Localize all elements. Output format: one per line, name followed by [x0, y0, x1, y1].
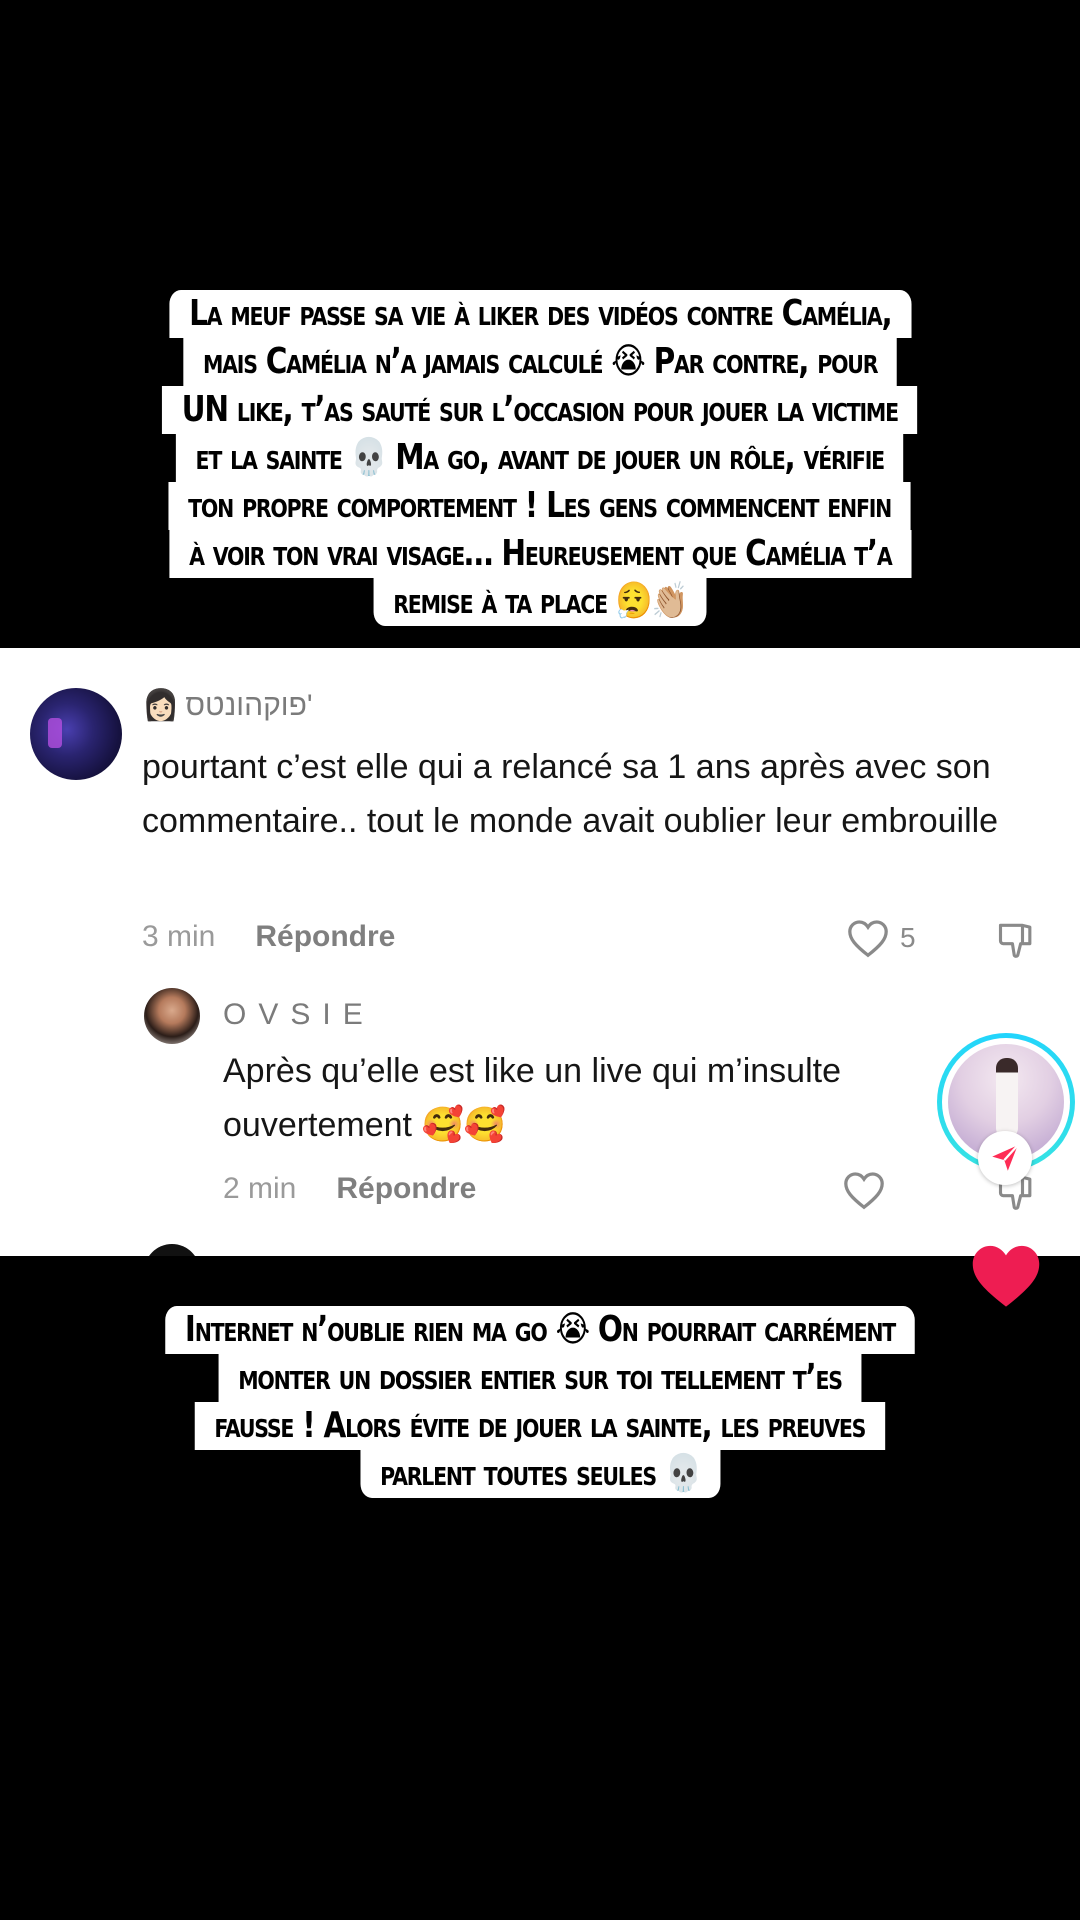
caption-bottom: Internet n’oublie rien ma go 😭 On pourra…	[0, 1306, 1080, 1498]
caption-bottom-line: parlent toutes seules 💀	[360, 1450, 720, 1498]
comment-username[interactable]: 👩🏻 פוקהונטס'	[142, 688, 313, 723]
caption-top-line: et la sainte 💀 Ma go, avant de jouer un …	[176, 434, 904, 482]
avatar	[144, 1244, 200, 1256]
dislike-button[interactable]	[994, 918, 1040, 967]
avatar[interactable]	[144, 988, 200, 1044]
like-button[interactable]: 5	[846, 918, 916, 958]
username-text: פוקהונטס'	[185, 688, 313, 722]
avatar[interactable]	[30, 688, 122, 780]
like-count: 5	[900, 922, 916, 953]
reply-button[interactable]: Répondre	[255, 920, 395, 954]
thumbs-down-icon	[998, 923, 1032, 958]
caption-top: La meuf passe sa vie à liker des vidéos …	[0, 290, 1080, 626]
reply-button[interactable]: Répondre	[336, 1172, 476, 1206]
heart-filled-icon	[972, 1245, 1040, 1307]
comment-username[interactable]: OVSIE	[223, 998, 375, 1032]
caption-bottom-line: Internet n’oublie rien ma go 😭 On pourra…	[165, 1306, 915, 1354]
caption-top-line: UN like, t’as sauté sur l’occasion pour …	[162, 386, 918, 434]
heart-outline-icon	[844, 1172, 884, 1210]
woman-emoji-icon: 👩🏻	[142, 689, 180, 722]
caption-top-line: remise à ta place 😮‍💨👏🏼	[373, 578, 707, 626]
comment-text: Après qu’elle est like un live qui m’ins…	[223, 1052, 841, 1144]
like-heart-button[interactable]	[968, 1240, 1044, 1310]
heart-outline-icon	[848, 920, 888, 958]
comment-meta: 3 min Répondre	[142, 920, 395, 954]
comment-meta: 2 min Répondre	[223, 1172, 476, 1206]
caption-bottom-line: monter un dossier entier sur toi telleme…	[218, 1354, 862, 1402]
caption-top-line: à voir ton vrai visage… Heureusement que…	[169, 530, 911, 578]
caption-top-line: La meuf passe sa vie à liker des vidéos …	[169, 290, 911, 338]
caption-top-line: mais Camélia n’a jamais calculé 😭 Par co…	[183, 338, 897, 386]
caption-top-line: ton propre comportement ! Les gens comme…	[168, 482, 912, 530]
comment-time: 3 min	[142, 920, 216, 953]
caption-bottom-line: fausse ! Alors évite de jouer la sainte,…	[194, 1402, 886, 1450]
comment-text: pourtant c’est elle qui a relancé sa 1 a…	[142, 748, 999, 840]
send-arrow-icon	[992, 1144, 1019, 1171]
like-button[interactable]	[842, 1170, 886, 1210]
comment-screenshot: 👩🏻 פוקהונטס' pourtant c’est elle qui a r…	[0, 648, 1080, 1256]
share-button[interactable]	[978, 1131, 1032, 1185]
comment-time: 2 min	[223, 1172, 297, 1205]
